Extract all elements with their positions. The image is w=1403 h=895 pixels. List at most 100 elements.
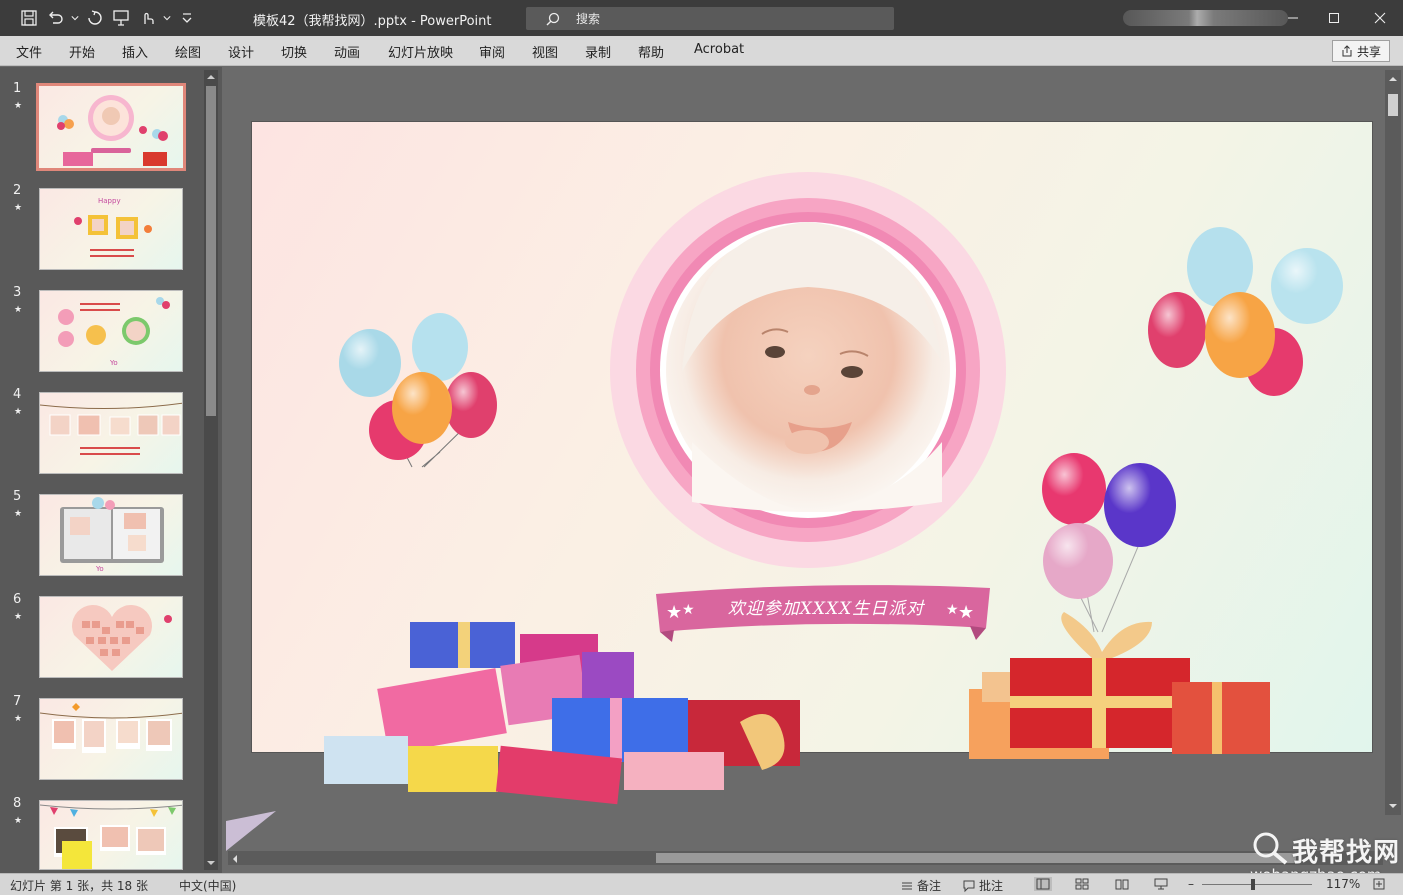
gifts-left [324,622,800,805]
maximize-button[interactable] [1312,0,1356,36]
fit-to-window-button[interactable] [1372,877,1386,891]
tab-insert[interactable]: 插入 [122,42,148,61]
animation-star-icon: ★ [14,101,23,111]
undo-button[interactable] [44,7,66,29]
status-bar: 幻灯片 第 1 张，共 18 张 中文(中国) 备注 批注 – 117% [0,873,1403,895]
customize-qat-button[interactable] [176,7,198,29]
normal-view-icon [1036,878,1050,890]
close-button[interactable] [1358,0,1402,36]
thumbnail-scrollbar[interactable] [204,70,218,870]
tab-help[interactable]: 帮助 [638,42,664,61]
minimize-icon [1288,17,1298,19]
share-icon [1342,45,1352,57]
balloons-right-mid [1042,453,1176,633]
scroll-down-arrow[interactable] [204,856,218,870]
scrollbar-thumb[interactable] [1388,94,1398,116]
tab-draw[interactable]: 绘图 [175,42,201,61]
tab-review[interactable]: 审阅 [479,42,505,61]
slide-thumbnail-7[interactable] [39,698,183,780]
tab-record[interactable]: 录制 [585,42,611,61]
slide-number: 8 [13,796,22,811]
animation-star-icon: ★ [14,612,23,622]
zoom-level[interactable]: 117% [1326,877,1360,891]
slide-thumbnail-8[interactable] [39,800,183,870]
notes-label: 备注 [917,879,942,893]
title-bar: 模板42（我帮找网）.pptx - PowerPoint 搜索 [0,0,1403,36]
tab-slideshow[interactable]: 幻灯片放映 [388,42,453,61]
triangle-down-icon [207,861,215,865]
language-indicator[interactable]: 中文(中国) [179,877,236,894]
slide-thumbnail-pane: 1 ★ 2 ★ Happy 3 ★ Yo 4 ★ 5 ★ Yo 6 ★ 7 ★ … [0,67,222,873]
zoom-out-button[interactable]: – [1188,877,1194,891]
tab-home[interactable]: 开始 [69,42,95,61]
touch-mode-button[interactable] [136,7,158,29]
slide-thumbnail-5[interactable]: Yo [39,494,183,576]
slide-thumbnail-4[interactable] [39,392,183,474]
search-box[interactable]: 搜索 [526,7,894,30]
tab-view[interactable]: 视图 [532,42,558,61]
scroll-down-arrow[interactable] [1388,800,1398,815]
account-area[interactable] [1123,10,1288,26]
thumbnail-preview [40,402,182,455]
minimize-button[interactable] [1271,0,1315,36]
svg-text:Happy: Happy [98,197,121,205]
scrollbar-thumb[interactable] [656,853,1296,863]
share-button[interactable]: 共享 [1332,40,1390,62]
reading-view-button[interactable] [1115,877,1129,891]
slide-number: 3 [13,285,22,300]
tab-animations[interactable]: 动画 [334,42,360,61]
slide-sorter-button[interactable] [1075,877,1089,891]
scroll-up-arrow[interactable] [1388,73,1398,88]
animation-star-icon: ★ [14,714,23,724]
comments-button[interactable]: 批注 [962,877,1003,894]
svg-text:★: ★ [666,602,682,623]
presentation-icon [113,10,129,26]
slide-canvas[interactable]: ★ ★ ★ ★ 欢迎参加XXXX生日派对 [252,122,1372,805]
slide-number: 1 [13,81,22,96]
zoom-slider[interactable] [1202,884,1312,885]
scroll-left-arrow[interactable] [230,853,240,868]
touch-dropdown[interactable] [162,7,172,29]
save-button[interactable] [18,7,40,29]
slide-thumbnail-1[interactable] [36,83,186,171]
slideshow-button[interactable] [1154,877,1168,891]
comment-icon [963,880,975,892]
banner-text: 欢迎参加XXXX生日派对 [727,599,925,619]
scroll-up-arrow[interactable] [204,70,218,84]
slide-thumbnail-6[interactable] [39,596,183,678]
svg-text:★: ★ [946,602,959,618]
chevron-down-icon [71,16,79,21]
slide-editor: ★ ★ ★ ★ 欢迎参加XXXX生日派对 [222,67,1403,873]
notes-icon [902,882,912,889]
notes-button[interactable]: 备注 [900,877,941,894]
slide-artwork [324,172,1343,805]
undo-dropdown[interactable] [70,7,80,29]
gifts-right [969,612,1270,759]
search-icon [546,12,560,25]
scrollbar-thumb[interactable] [206,86,216,416]
thumbnail-preview: Happy [74,197,152,257]
slide-number: 2 [13,183,22,198]
save-icon [21,10,37,26]
editor-vertical-scrollbar[interactable] [1385,70,1401,815]
tab-file[interactable]: 文件 [16,42,42,61]
thumbnail-preview: Yo [58,297,170,367]
slide-counter[interactable]: 幻灯片 第 1 张，共 18 张 [10,877,148,894]
tab-design[interactable]: 设计 [228,42,254,61]
close-icon [1374,12,1386,24]
editor-horizontal-scrollbar[interactable] [228,851,1383,865]
maximize-icon [1329,13,1339,23]
quick-access-toolbar [18,7,198,29]
present-from-start-button[interactable] [110,7,132,29]
slide-number: 6 [13,592,22,607]
tab-acrobat[interactable]: Acrobat [694,42,744,57]
slide-thumbnail-2[interactable]: Happy [39,188,183,270]
redo-button[interactable] [84,7,106,29]
animation-star-icon: ★ [14,509,23,519]
normal-view-button[interactable] [1034,877,1052,891]
tab-transitions[interactable]: 切换 [281,42,307,61]
slide-thumbnail-3[interactable]: Yo [39,290,183,372]
zoom-slider-handle[interactable] [1251,879,1255,890]
thumbnail-preview [57,95,168,166]
redo-icon [88,10,102,25]
